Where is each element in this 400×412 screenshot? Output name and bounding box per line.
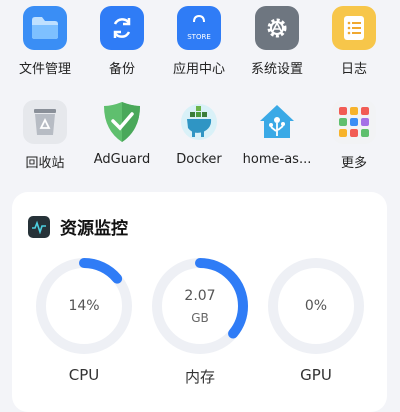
recycle-icon <box>23 100 67 144</box>
store-badge-text: STORE <box>187 33 211 41</box>
gear-icon <box>255 6 299 50</box>
gauge-label: 内存 <box>184 368 215 386</box>
gauge-memory: 2.07 GB 内存 <box>150 256 250 387</box>
app-logs[interactable]: 日志 <box>309 6 399 77</box>
monitor-chart-icon <box>28 215 50 238</box>
app-label: Docker <box>176 152 222 167</box>
store-bag-icon: STORE <box>177 6 221 50</box>
app-label: 更多 <box>340 156 367 171</box>
card-title: 资源监控 <box>60 219 128 239</box>
app-more[interactable]: 更多 <box>309 100 399 171</box>
gauge-value: 14% <box>68 298 100 314</box>
app-store[interactable]: STORE 应用中心 <box>154 6 244 77</box>
list-icon <box>332 6 376 50</box>
sync-icon <box>100 6 144 50</box>
gauge-gpu: 0% GPU <box>266 256 366 384</box>
resource-monitor-card: 资源监控 14% CPU 2.07 GB 内存 0% GPU <box>12 192 387 412</box>
gauge-value: 0% <box>304 298 328 314</box>
gauge-value: 2.07 <box>184 288 216 304</box>
home-assistant-icon <box>255 100 299 144</box>
gauge-label: GPU <box>300 366 332 384</box>
gauge-label: CPU <box>68 366 100 384</box>
gauge-unit: GB <box>191 311 209 325</box>
gauge-cpu: 14% CPU <box>34 256 134 384</box>
card-header: 资源监控 <box>28 214 128 239</box>
app-label: 日志 <box>340 62 367 77</box>
docker-icon <box>177 100 221 144</box>
app-label: 应用中心 <box>172 62 225 77</box>
app-docker[interactable]: Docker <box>154 100 244 167</box>
folder-icon <box>23 6 67 50</box>
shield-check-icon <box>100 100 144 144</box>
more-apps-icon <box>332 100 376 144</box>
